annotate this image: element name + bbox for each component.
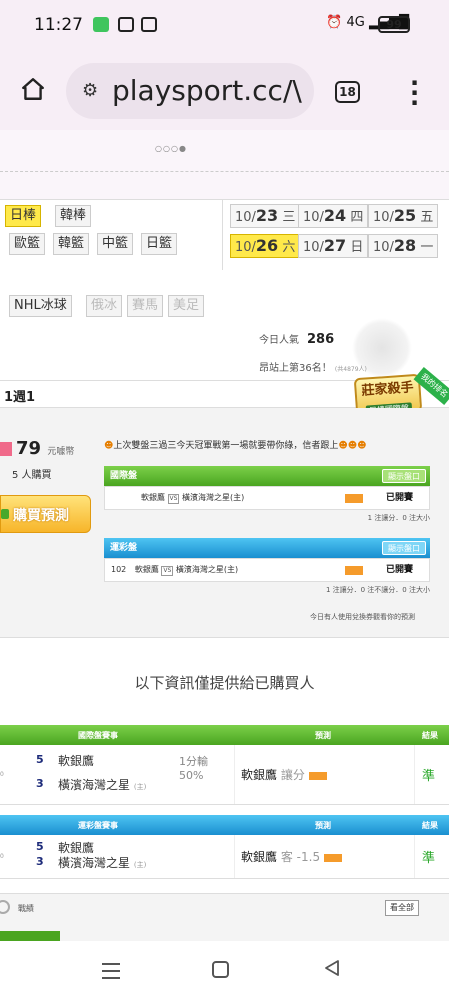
sport-pill-russia-hockey[interactable]: 俄冰 [86,295,123,317]
sport-pill-japan-basketball[interactable]: 日籃 [141,233,178,255]
app-notification-icon [118,17,134,32]
lottery-bet-summary: 1 注讓分．0 注不讓分．0 注大小 [325,586,430,594]
home-icon[interactable] [20,76,46,102]
record-label: 戰績 [18,904,34,913]
buy-prediction-button[interactable]: 購買預測 [0,495,91,533]
intl-results-table: 國際盤賽事 預測 結果 0 5 軟銀鷹 3 橫濱海灣之星 (主) 1分輸 50%… [0,725,449,805]
tab-switcher-button[interactable]: 18 [335,81,360,103]
intl-bet-summary: 1 注讓分．0 注大小 [367,514,430,522]
record-icon [0,900,10,914]
date-1028[interactable]: 10/28 一 [368,234,439,258]
intl-match-row: 軟銀鷹 VS 橫濱海灣之星(主) 已開賽 [104,486,430,510]
site-settings-icon[interactable]: ⚙ [82,80,98,101]
seller-notice: ☻上次雙盤三過三今天冠軍戰第一場就要帶你綠，信者跟上☻☻☻ [104,441,367,451]
carousel-dots[interactable]: ○○○● [155,144,187,153]
address-bar[interactable]: ⚙ playsport.cc/\ [66,63,314,119]
divider [0,158,449,172]
result-cell: 準 [422,769,436,784]
intl-odds-header: 國際盤 顯示盤口 [104,466,430,486]
page-header-strip: ○○○● [0,130,449,200]
recent-apps-icon[interactable] [102,963,120,984]
cart-icon [1,509,9,519]
lottery-table-header: 運彩盤賽事 預測 結果 [0,815,449,835]
network-type: 4G [346,15,365,30]
prediction-panel: 79 元噱幣 5 人購買 購買預測 ☻上次雙盤三過三今天冠軍戰第一場就要帶你綠，… [0,408,449,638]
prediction-cell-2: 軟銀鷹 客 -1.5 [241,848,342,865]
date-1027[interactable]: 10/27 日 [298,234,369,258]
table-row: 0 5 軟銀鷹 3 橫濱海灣之星 (主) 軟銀鷹 客 -1.5 準 [0,835,449,879]
lottery-results-table: 運彩盤賽事 預測 結果 0 5 軟銀鷹 3 橫濱海灣之星 (主) 軟銀鷹 客 -… [0,815,449,879]
sport-pill-china-basketball[interactable]: 中籃 [97,233,134,255]
sport-category-list: 日棒 韓棒 歐籃 韓籃 中籃 日籃 NHL冰球 俄冰 賽馬 美足 [0,200,220,330]
date-1023[interactable]: 10/23 三 [230,204,301,228]
match-status-2: 已開賽 [385,565,413,575]
result-cell-2: 準 [422,851,436,866]
prediction-icon-2 [345,566,363,575]
wechat-notification-icon [93,17,109,32]
show-odds-button[interactable]: 顯示盤口 [382,469,426,483]
sport-pill-american-football[interactable]: 美足 [168,295,205,317]
price-tag-icon [0,442,12,456]
prediction-icon-4 [323,853,342,862]
show-odds-button-2[interactable]: 顯示盤口 [382,541,426,555]
battery-icon: 99 [378,16,410,33]
sport-pill-japan-baseball[interactable]: 日棒 [5,205,42,227]
sport-pill-euro-basketball[interactable]: 歐籃 [9,233,46,255]
intl-odds-section: 國際盤 顯示盤口 軟銀鷹 VS 橫濱海灣之星(主) 已開賽 1 注讓分．0 注大小 [104,466,430,526]
vs-icon: VS [167,494,180,504]
date-selector: 10/23 三 10/24 四 10/25 五 10/26 六 10/27 日 … [222,200,449,270]
sport-pill-korea-basketball[interactable]: 韓籃 [53,233,90,255]
date-1026[interactable]: 10/26 六 [230,234,301,258]
coupon-note: 今日有人使用兌換券觀看你的預測 [310,613,415,621]
prediction-cell: 軟銀鷹 讓分 [241,766,327,783]
sport-pill-korea-baseball[interactable]: 韓棒 [55,205,92,227]
vs-icon-2: VS [161,566,174,576]
url-text[interactable]: playsport.cc/\ [112,74,302,107]
prediction-icon [345,494,363,503]
intl-table-header: 國際盤賽事 預測 結果 [0,725,449,745]
back-icon[interactable] [322,958,342,978]
record-section: 戰績 看全部 [0,893,449,929]
browser-toolbar: ⚙ playsport.cc/\ 18 · · · [0,50,449,130]
price: 79 元噱幣 [16,438,75,459]
lottery-match-row: 102 軟銀鷹 VS 橫濱海灣之星(主) 已開賽 [104,558,430,582]
popularity-counter: 今日人氣 286 [259,332,335,347]
prediction-icon-3 [308,771,327,780]
match-status: 已開賽 [385,493,413,503]
status-time: 11:27 [34,15,83,35]
view-all-button[interactable]: 看全部 [385,900,419,916]
date-1024[interactable]: 10/24 四 [298,204,369,228]
week-label: 1週1 [4,390,36,405]
buyer-count: 5 人購買 [12,470,52,481]
status-bar: 11:27 ⏰ 4G ▂▄▆█ 99 [0,0,449,50]
record-tab-strip [0,929,449,941]
record-tab-active[interactable] [0,931,60,941]
sport-pill-nhl[interactable]: NHL冰球 [9,295,72,317]
rank-text: 昂站上第36名！ (共4879人) [259,363,367,374]
system-nav-bar [0,941,449,1000]
lottery-odds-section: 運彩盤 顯示盤口 102 軟銀鷹 VS 橫濱海灣之星(主) 已開賽 1 注讓分．0… [104,538,430,598]
date-1025[interactable]: 10/25 五 [368,204,439,228]
buyers-only-notice: 以下資訊僅提供給已購買人 [134,674,315,692]
more-menu-icon[interactable]: · · · [410,71,419,115]
lottery-odds-header: 運彩盤 顯示盤口 [104,538,430,558]
app-notification-icon-2 [141,17,157,32]
table-row: 0 5 軟銀鷹 3 橫濱海灣之星 (主) 1分輸 50% 軟銀鷹 讓分 準 [0,745,449,805]
home-button-icon[interactable] [212,961,229,978]
sport-pill-horse-racing[interactable]: 賽馬 [127,295,164,317]
